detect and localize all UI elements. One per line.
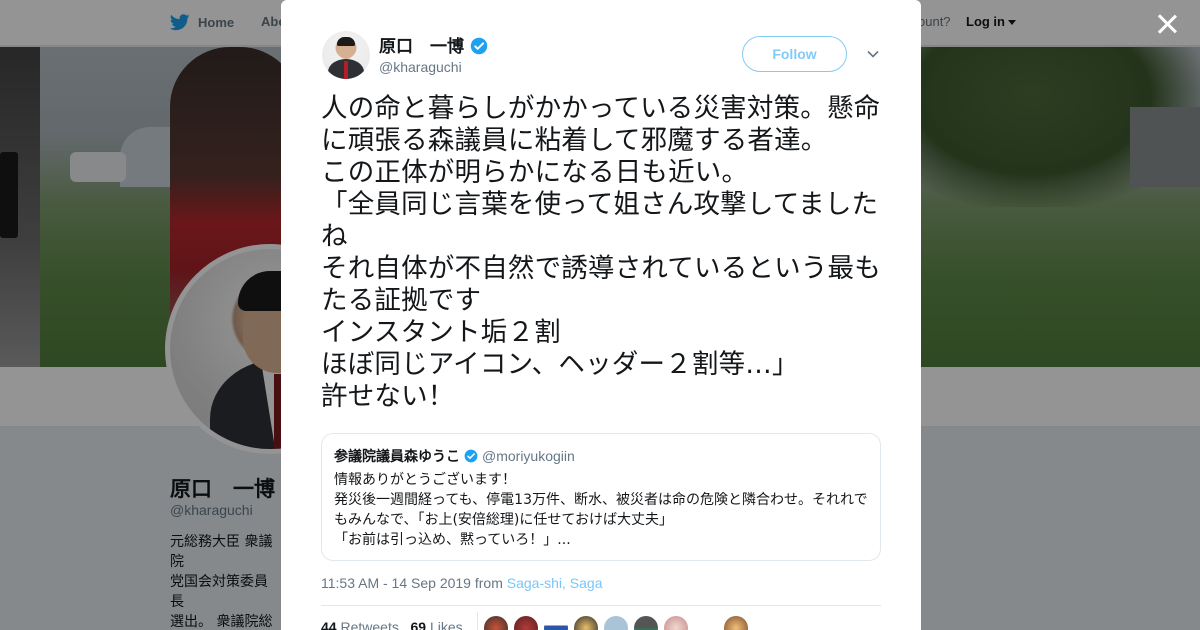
close-icon[interactable] (1155, 12, 1179, 36)
chevron-down-icon[interactable] (867, 48, 879, 60)
liker-avatar[interactable] (484, 616, 508, 630)
tweet-stats: 44 Retweets 69 Likes (321, 619, 463, 630)
liker-avatar[interactable] (694, 616, 718, 630)
liker-avatar[interactable] (634, 616, 658, 630)
liker-avatar[interactable] (664, 616, 688, 630)
tweet-location-link[interactable]: Saga-shi, Saga (507, 575, 603, 591)
verified-badge-icon (464, 449, 478, 463)
retweets-count[interactable]: 44 (321, 619, 337, 630)
liker-avatar[interactable] (544, 616, 568, 630)
liker-avatar[interactable] (604, 616, 628, 630)
author-avatar-tie (344, 61, 348, 79)
timestamp-text: 11:53 AM - 14 Sep 2019 from (321, 575, 503, 591)
quoted-author-handle: @moriyukogiin (482, 448, 575, 464)
follow-button[interactable]: Follow (742, 36, 847, 72)
liker-avatar[interactable] (514, 616, 538, 630)
author-name: 原口 一博 (379, 37, 464, 56)
liker-avatar[interactable] (724, 616, 748, 630)
quoted-author-name: 参議院議員森ゆうこ (334, 448, 460, 464)
stats-vertical-divider (477, 612, 478, 630)
likers-avatars (484, 616, 748, 630)
likes-count[interactable]: 69 (411, 619, 427, 630)
quoted-tweet-text: 情報ありがとうございます！ 発災後一週間経っても、停電13万件、断水、被災者は命… (334, 472, 868, 548)
author-avatar-hair (337, 37, 355, 46)
quoted-tweet-header: 参議院議員森ゆうこ @moriyukogiin (334, 446, 868, 466)
likes-label[interactable]: Likes (430, 619, 463, 630)
author-name-row[interactable]: 原口 一博 (379, 32, 488, 57)
retweets-label[interactable]: Retweets (340, 619, 398, 630)
liker-avatar[interactable] (574, 616, 598, 630)
quoted-tweet[interactable]: 参議院議員森ゆうこ @moriyukogiin 情報ありがとうございます！ 発災後… (321, 433, 881, 561)
stats-divider-line (321, 605, 881, 606)
author-avatar[interactable] (322, 31, 370, 79)
tweet-text: 人の命と暮らしがかかっている災害対策。懸命に頑張る森議員に粘着して邪魔する者達。… (321, 93, 881, 412)
author-handle[interactable]: @kharaguchi (379, 59, 462, 75)
verified-badge-icon (470, 37, 488, 55)
tweet-modal: 原口 一博 @kharaguchi Follow 人の命と暮らしがかかっている災… (281, 0, 921, 630)
tweet-timestamp: 11:53 AM - 14 Sep 2019 from Saga-shi, Sa… (321, 575, 602, 591)
